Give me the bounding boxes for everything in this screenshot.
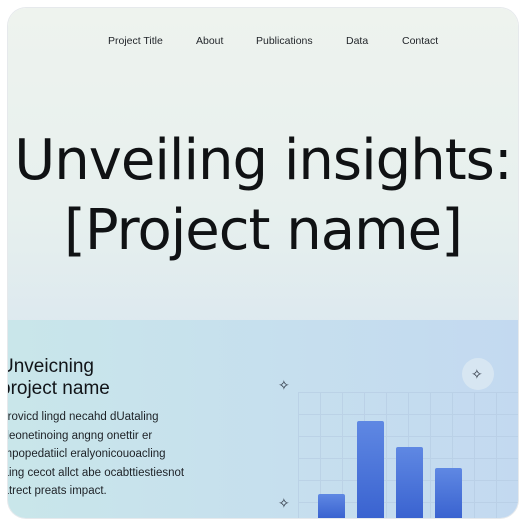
hero-title-line-1: Unveiling insights: bbox=[14, 128, 512, 193]
chart-bar bbox=[396, 447, 423, 518]
body-line: laing cecot allct abe ocabttiestiesnot bbox=[8, 466, 185, 479]
nav-contact[interactable]: Contact bbox=[402, 35, 438, 47]
top-nav: Project Title About Publications Data Co… bbox=[8, 35, 518, 55]
bar-chart bbox=[313, 400, 483, 518]
nav-about[interactable]: About bbox=[196, 35, 223, 47]
section-heading: Unveicning oroject name bbox=[8, 356, 110, 400]
hero-title: Unveiling insights: [Project name] bbox=[8, 126, 518, 266]
body-line: ideonetinoing angng onettir er bbox=[8, 429, 153, 442]
sparkle-icon: ✧ bbox=[278, 495, 290, 511]
section-heading-line-2: oroject name bbox=[8, 378, 110, 399]
chart-bar bbox=[357, 421, 384, 518]
feature-section: Unveicning oroject name Provicd lingd ne… bbox=[8, 320, 518, 518]
sparkle-icon: ✧ bbox=[278, 377, 290, 393]
section-body: Provicd lingd necahd dUataling ideonetin… bbox=[8, 408, 184, 501]
body-line: iatrect preats impact. bbox=[8, 485, 107, 498]
sparkle-icon: ✧ bbox=[471, 366, 483, 382]
page-card: Project Title About Publications Data Co… bbox=[8, 8, 518, 518]
body-line: impopedatiicl eralyonicouoacling bbox=[8, 448, 166, 461]
nav-data[interactable]: Data bbox=[346, 35, 368, 47]
chart-bar bbox=[435, 468, 462, 518]
body-line: Provicd lingd necahd dUataling bbox=[8, 411, 159, 423]
section-heading-line-1: Unveicning bbox=[8, 356, 94, 377]
hero-title-line-2: [Project name] bbox=[64, 198, 463, 263]
nav-publications[interactable]: Publications bbox=[256, 35, 313, 47]
chart-bar bbox=[318, 494, 345, 518]
nav-project-title[interactable]: Project Title bbox=[108, 35, 163, 47]
